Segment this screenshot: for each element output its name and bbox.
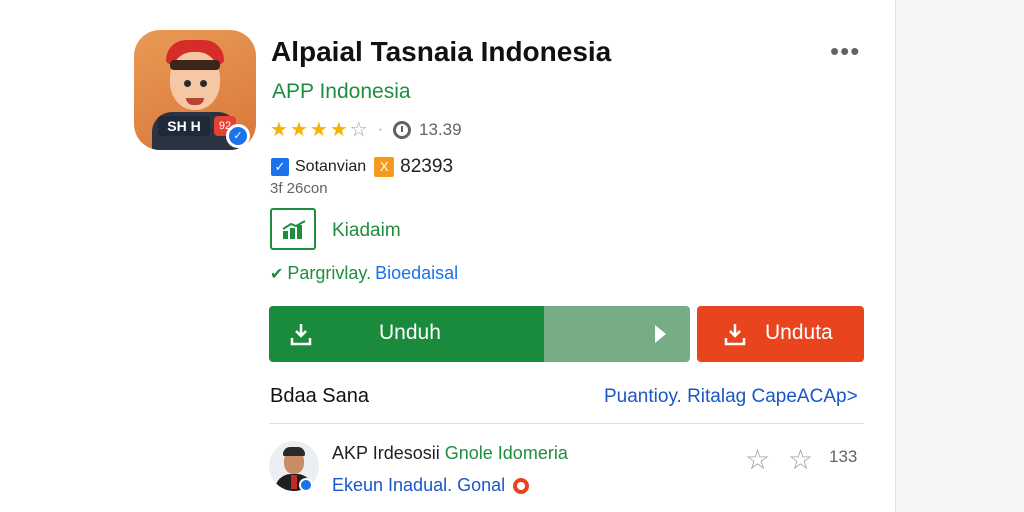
category-number: 82393 <box>400 156 454 177</box>
star-outline-icon[interactable]: ☆ <box>745 443 770 476</box>
review-author-part1: AKP Irdesosii <box>332 443 440 463</box>
more-vert-icon[interactable]: ••• <box>830 36 860 67</box>
shield-check-icon: ✔ <box>270 265 284 283</box>
app-title: Alpaial Tasnaia Indonesia <box>271 36 612 67</box>
star-empty-icon: ☆ <box>349 119 368 141</box>
clock-icon <box>393 121 412 139</box>
install-expand[interactable] <box>544 306 690 362</box>
verified-check-icon: ✓ <box>226 124 250 148</box>
badge-icon <box>513 477 530 494</box>
category-row: ✓ Sotanvian X 82393 <box>271 156 453 178</box>
developer-link[interactable]: APP Indonesia <box>272 80 411 104</box>
review-count: 133 <box>829 447 858 466</box>
separator-dot: · <box>377 121 384 138</box>
review-author-part2: Gnole <box>444 443 493 463</box>
app-detail-card: SH H 92 ✓ Alpaial Tasnaia Indonesia APP … <box>0 0 896 512</box>
section-link[interactable]: Puantioy. Ritalag CapeACAp> <box>604 386 858 408</box>
review-author-part3: Idomeria <box>497 443 568 463</box>
install-label: Unduh <box>379 321 441 344</box>
avatar-tie <box>291 475 297 489</box>
size-text: 3f 26con <box>270 180 328 197</box>
secondary-download-button[interactable]: Unduta <box>697 306 864 362</box>
star-filled-icon: ★ <box>270 119 288 141</box>
avatar-hair <box>283 447 305 456</box>
review-subtitle[interactable]: Ekeun Inadual. Gonal <box>332 475 505 496</box>
star-filled-icon: ★ <box>309 119 328 141</box>
app-icon-eye <box>184 80 191 87</box>
secondary-label: Unduta <box>765 321 833 344</box>
tag-icon: X <box>374 157 395 177</box>
review-subtitle-row: Ekeun Inadual. Gonal <box>332 475 530 496</box>
rating-row: ★ ★ ★ ★ ☆ · 13.39 <box>270 118 462 142</box>
privacy-link[interactable]: Bioedaisal <box>375 263 458 284</box>
download-icon <box>290 324 312 346</box>
privacy-text: Pargrivlay. <box>287 263 372 283</box>
star-filled-icon: ★ <box>329 119 348 141</box>
divider <box>269 423 864 424</box>
review-author: AKP Irdesosii Gnole Idomeria <box>332 443 568 464</box>
install-button[interactable]: Unduh <box>269 306 690 362</box>
play-icon <box>655 325 666 343</box>
app-icon-eye <box>200 80 207 87</box>
feature-label: Kiadaim <box>332 220 401 241</box>
star-filled-icon: ★ <box>289 119 308 141</box>
privacy-row[interactable]: ✔ Pargrivlay. Bioedaisal <box>270 263 458 284</box>
app-icon-hair <box>170 60 220 70</box>
avatar-verified-icon <box>299 478 313 492</box>
star-outline-icon[interactable]: ☆ <box>788 443 813 476</box>
chart-icon <box>282 220 306 239</box>
app-icon-label: SH H <box>158 116 210 136</box>
category-label: Sotanvian <box>295 158 367 175</box>
section-title: Bdaa Sana <box>270 385 369 407</box>
download-icon <box>724 324 746 346</box>
feature-chart-icon[interactable] <box>270 208 316 250</box>
checkbox-icon: ✓ <box>271 158 289 176</box>
install-main[interactable]: Unduh <box>269 306 544 362</box>
rating-count: 13.39 <box>419 120 462 139</box>
